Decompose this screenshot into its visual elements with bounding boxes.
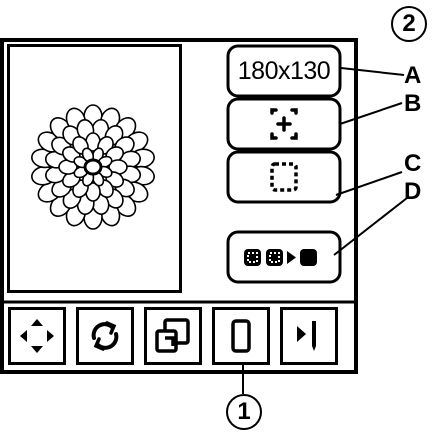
- callout-1: 1: [226, 394, 262, 430]
- callout-leaders: [242, 67, 408, 394]
- callout-letter-d: D: [404, 178, 422, 205]
- callout-letter-a: A: [404, 62, 422, 89]
- callout-letter-c: C: [404, 150, 422, 177]
- callout-letter-b: B: [404, 90, 422, 117]
